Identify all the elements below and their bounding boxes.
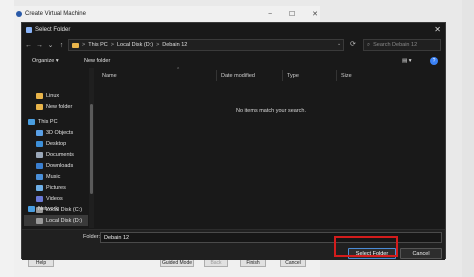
videos-icon xyxy=(36,195,43,202)
sidebar-item-music[interactable]: Music xyxy=(36,171,60,182)
drive-icon xyxy=(36,217,43,224)
sidebar-item-this-pc[interactable]: This PC xyxy=(28,116,58,127)
desktop-background-right xyxy=(462,0,474,277)
dialog-close-icon[interactable]: ✕ xyxy=(434,25,441,34)
documents-icon xyxy=(36,151,43,158)
sidebar-item-pictures[interactable]: Pictures xyxy=(36,182,66,193)
search-placeholder: Search Debain 12 xyxy=(373,42,418,48)
dialog-title: Select Folder xyxy=(35,26,71,33)
breadcrumb-debain-12[interactable]: Debain 12 xyxy=(162,42,187,48)
column-header-name[interactable]: Name xyxy=(98,70,216,81)
cancel-button[interactable]: Cancel xyxy=(400,248,442,259)
sidebar-item-label: 3D Objects xyxy=(46,129,74,136)
sidebar-item-label: Music xyxy=(46,173,61,180)
view-options-icon[interactable]: ▤ ▾ xyxy=(402,58,412,64)
vmware-logo-icon xyxy=(16,11,22,17)
breadcrumb-separator-icon: > xyxy=(156,42,160,48)
minimize-icon[interactable]: − xyxy=(268,11,272,18)
sidebar-item-label: Local Disk (D:) xyxy=(46,217,83,224)
close-icon[interactable]: ✕ xyxy=(312,10,318,18)
music-icon xyxy=(36,173,43,180)
column-header-date-modified[interactable]: Date modified xyxy=(216,70,282,81)
column-header-type[interactable]: Type xyxy=(282,70,336,81)
up-arrow-icon[interactable]: ↑ xyxy=(57,42,66,49)
pictures-icon xyxy=(36,184,43,191)
sidebar-item-label: New folder xyxy=(46,103,73,110)
folder-icon xyxy=(36,103,43,110)
highlight-box xyxy=(334,236,398,257)
cube-icon xyxy=(36,129,43,136)
organize-menu[interactable]: Organize ▾ xyxy=(32,58,59,64)
maximize-icon[interactable]: ☐ xyxy=(289,10,295,18)
column-header-size[interactable]: Size xyxy=(336,70,376,81)
download-icon xyxy=(36,162,43,169)
sidebar-item-network[interactable]: Network xyxy=(28,203,58,214)
navigation-bar: ← → ⌄ ↑ > This PC > Local Disk (D:) > De… xyxy=(22,37,445,53)
navigation-scrollbar[interactable] xyxy=(89,68,94,228)
new-folder-button[interactable]: New folder xyxy=(84,58,110,64)
address-bar[interactable]: > This PC > Local Disk (D:) > Debain 12 xyxy=(68,39,344,51)
create-vm-title: Create Virtual Machine xyxy=(25,11,86,17)
desktop-background-left xyxy=(0,0,14,277)
sidebar-item-desktop[interactable]: Desktop xyxy=(36,138,66,149)
search-icon: ⌕ xyxy=(367,41,371,48)
folder-icon xyxy=(72,42,79,48)
dialog-titlebar: Select Folder xyxy=(22,23,445,36)
sidebar-item-local-disk-d[interactable]: Local Disk (D:) xyxy=(24,215,88,226)
recent-locations-icon[interactable]: ⌄ xyxy=(46,41,55,49)
breadcrumb-separator-icon: > xyxy=(82,42,86,48)
dialog-app-icon xyxy=(26,26,32,33)
breadcrumb-local-disk-d[interactable]: Local Disk (D:) xyxy=(117,42,153,48)
file-list: ⌃ Name Date modified Type Size No items … xyxy=(96,67,446,228)
sidebar-item-new-folder[interactable]: New folder xyxy=(36,101,72,112)
sidebar-item-label: Linux xyxy=(46,92,60,99)
refresh-icon[interactable]: ⟳ xyxy=(350,40,360,48)
sidebar-item-label: Documents xyxy=(46,151,74,158)
sidebar-item-label: Desktop xyxy=(46,140,67,147)
scrollbar-thumb[interactable] xyxy=(90,104,93,194)
command-bar: Organize ▾ New folder ▤ ▾ ? xyxy=(22,55,445,67)
sidebar-item-downloads[interactable]: Downloads xyxy=(36,160,73,171)
network-icon xyxy=(28,205,35,212)
select-folder-dialog: Select Folder ✕ ← → ⌄ ↑ > This PC > Loca… xyxy=(21,22,446,260)
folder-label: Folder: xyxy=(83,234,101,240)
breadcrumb-separator-icon: > xyxy=(110,42,114,48)
sidebar-item-label: Pictures xyxy=(46,184,66,191)
breadcrumb-this-pc[interactable]: This PC xyxy=(88,42,108,48)
sidebar-item-3d-objects[interactable]: 3D Objects xyxy=(36,127,73,138)
computer-icon xyxy=(28,118,35,125)
forward-arrow-icon[interactable]: → xyxy=(35,42,44,49)
sidebar-item-label: Videos xyxy=(46,195,63,202)
sidebar-item-linux[interactable]: Linux xyxy=(36,90,59,101)
sidebar-item-label: Network xyxy=(38,205,59,212)
folder-icon xyxy=(36,92,43,99)
help-icon[interactable]: ? xyxy=(430,57,438,65)
address-dropdown-icon[interactable]: ⌄ xyxy=(337,41,341,47)
desktop-icon xyxy=(36,140,43,147)
back-arrow-icon[interactable]: ← xyxy=(24,42,33,49)
window-controls: − ☐ ✕ xyxy=(268,8,318,20)
search-box[interactable]: ⌕ Search Debain 12 xyxy=(363,39,441,51)
sidebar-item-label: Downloads xyxy=(46,162,74,169)
sidebar-item-documents[interactable]: Documents xyxy=(36,149,74,160)
empty-folder-message: No items match your search. xyxy=(236,108,306,114)
sidebar-item-label: This PC xyxy=(38,118,58,125)
